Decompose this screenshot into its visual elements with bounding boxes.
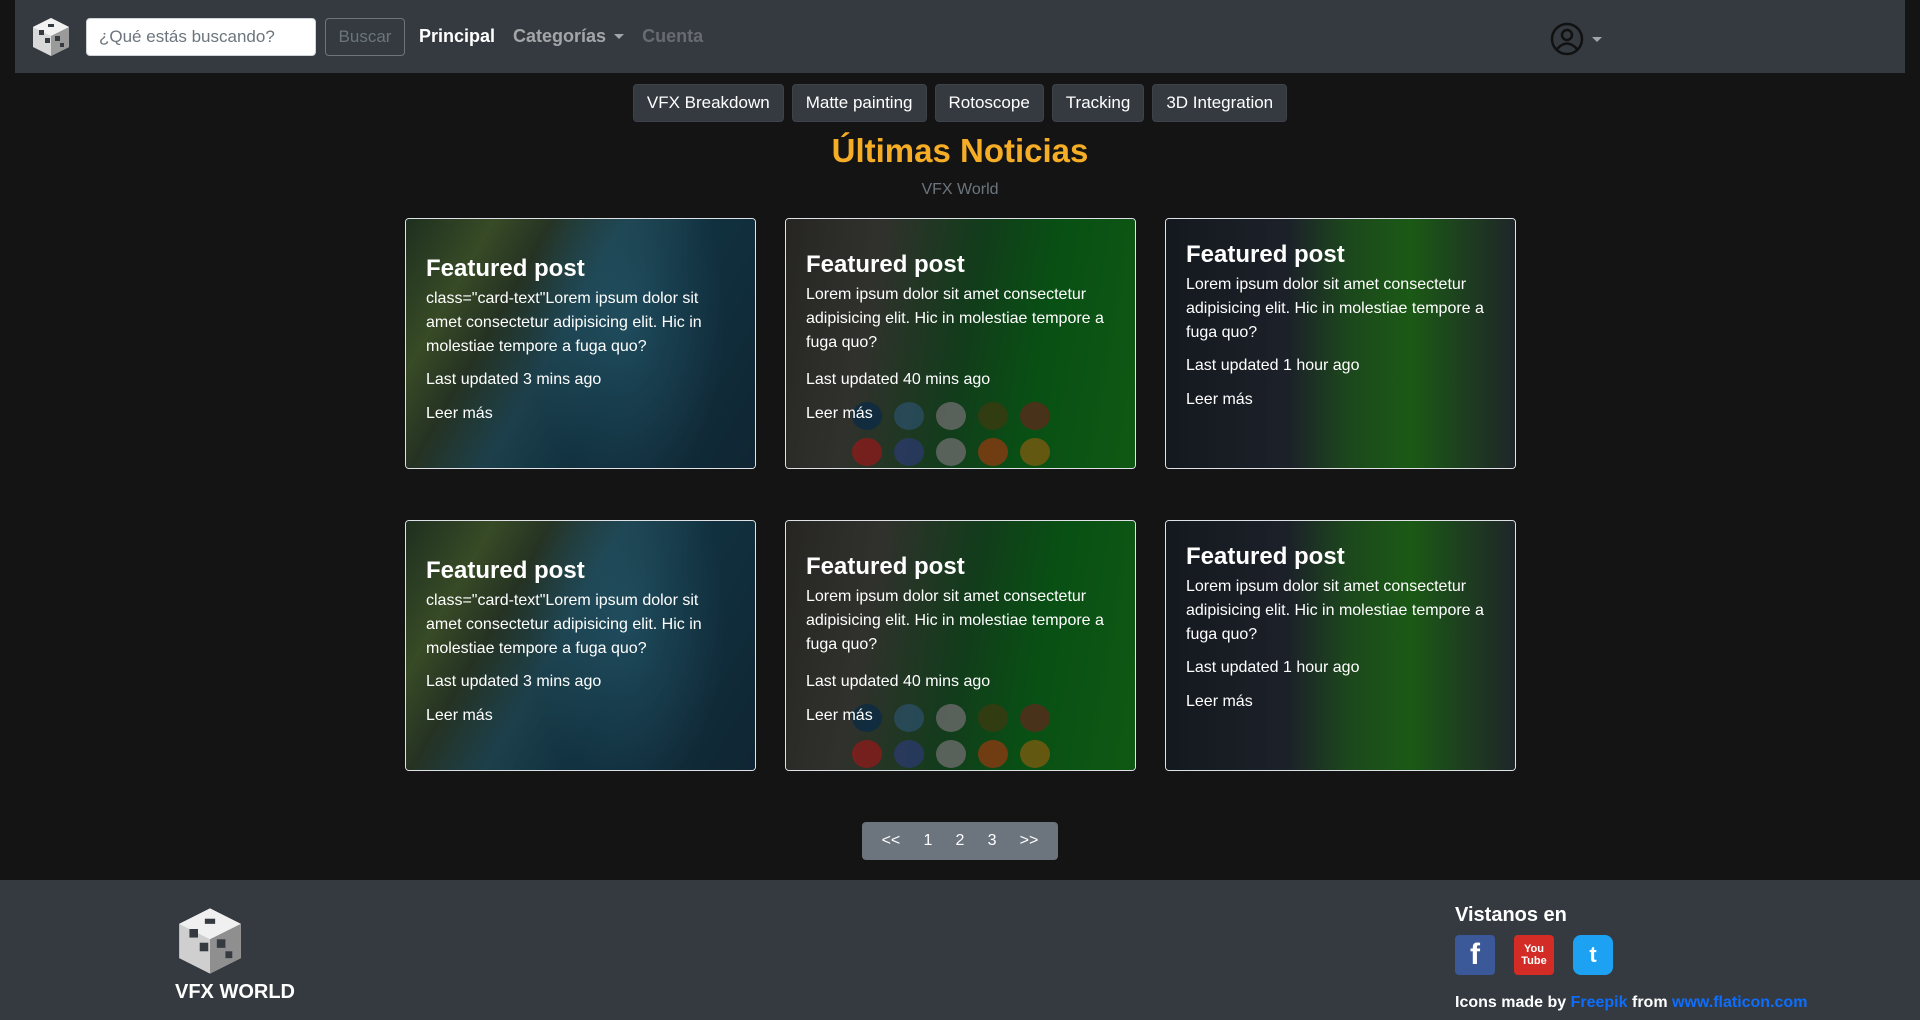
card-timestamp: Last updated 1 hour ago	[1186, 357, 1360, 374]
card-text: class="card-text"Lorem ipsum dolor sit a…	[426, 290, 702, 355]
read-more-link[interactable]: Leer más	[1186, 391, 1497, 409]
nav-dropdown-categorias[interactable]: Categorías	[509, 26, 628, 47]
social-links: f You Tube t	[1455, 935, 1613, 975]
card-text: Lorem ipsum dolor sit amet consectetur a…	[806, 588, 1104, 653]
credits-prefix: Icons made by	[1455, 994, 1567, 1011]
twitter-icon[interactable]: t	[1573, 935, 1613, 975]
card-title: Featured post	[1186, 543, 1345, 570]
card-timestamp: Last updated 3 mins ago	[426, 673, 602, 690]
card-title: Featured post	[806, 251, 965, 278]
news-card[interactable]: Featured post Lorem ipsum dolor sit amet…	[785, 218, 1136, 469]
read-more-link[interactable]: Leer más	[426, 405, 737, 423]
facebook-glyph: f	[1470, 938, 1480, 971]
credits-mid: from	[1631, 994, 1668, 1011]
pagination-next[interactable]: >>	[1020, 832, 1039, 850]
pagination-page-2[interactable]: 2	[956, 832, 965, 850]
card-text: Lorem ipsum dolor sit amet consectetur a…	[1186, 276, 1484, 341]
category-rotoscope[interactable]: Rotoscope	[934, 84, 1044, 122]
chevron-down-icon	[1592, 36, 1602, 42]
nav-link-cuenta: Cuenta	[642, 26, 704, 46]
pagination-page-3[interactable]: 3	[988, 832, 997, 850]
card-timestamp: Last updated 3 mins ago	[426, 371, 602, 388]
read-more-link[interactable]: Leer más	[806, 405, 1117, 423]
facebook-icon[interactable]: f	[1455, 935, 1495, 975]
search-input[interactable]	[86, 17, 316, 56]
news-card[interactable]: Featured post Lorem ipsum dolor sit amet…	[785, 520, 1136, 771]
cinema4d-icon	[894, 740, 924, 768]
youtube-glyph-bottom: Tube	[1521, 955, 1547, 967]
youtube-glyph-top: You	[1524, 943, 1544, 955]
maya-icon	[1020, 438, 1050, 466]
news-card[interactable]: Featured post class="card-text"Lorem ips…	[405, 218, 756, 469]
blender-icon	[978, 740, 1008, 768]
chevron-down-icon	[614, 34, 625, 39]
card-timestamp: Last updated 40 mins ago	[806, 673, 991, 690]
houdini-icon	[936, 740, 966, 768]
card-timestamp: Last updated 1 hour ago	[1186, 659, 1360, 676]
card-title: Featured post	[426, 255, 585, 282]
read-more-link[interactable]: Leer más	[806, 707, 1117, 725]
category-buttons: VFX Breakdown Matte painting Rotoscope T…	[0, 84, 1920, 122]
pagination-prev[interactable]: <<	[882, 832, 901, 850]
read-more-link[interactable]: Leer más	[426, 707, 737, 725]
twitter-glyph: t	[1589, 942, 1597, 967]
news-card[interactable]: Featured post Lorem ipsum dolor sit amet…	[1165, 520, 1516, 771]
user-avatar-icon	[1550, 22, 1584, 56]
card-timestamp: Last updated 40 mins ago	[806, 371, 991, 388]
pagination-page-1[interactable]: 1	[923, 832, 932, 850]
maya-icon	[1020, 740, 1050, 768]
footer: VFX WORLD Vistanos en f You Tube t Icons…	[0, 880, 1920, 1020]
flaticon-link[interactable]: www.flaticon.com	[1672, 994, 1807, 1011]
blender-icon	[978, 438, 1008, 466]
top-navbar: Buscar Principal Categorías Cuenta	[15, 0, 1905, 73]
freepik-link[interactable]: Freepik	[1571, 994, 1628, 1011]
redshift-icon	[852, 740, 882, 768]
search-button[interactable]: Buscar	[325, 17, 405, 56]
nav-dropdown-label: Categorías	[513, 26, 607, 46]
news-card[interactable]: Featured post class="card-text"Lorem ips…	[405, 520, 756, 771]
card-text: class="card-text"Lorem ipsum dolor sit a…	[426, 592, 702, 657]
footer-brand: VFX WORLD	[175, 981, 295, 1003]
redshift-icon	[852, 438, 882, 466]
youtube-icon[interactable]: You Tube	[1514, 935, 1554, 975]
card-title: Featured post	[806, 553, 965, 580]
card-text: Lorem ipsum dolor sit amet consectetur a…	[1186, 578, 1484, 643]
page-title: Últimas Noticias	[831, 132, 1089, 169]
card-text: Lorem ipsum dolor sit amet consectetur a…	[806, 286, 1104, 351]
category-3d-integration[interactable]: 3D Integration	[1152, 84, 1288, 122]
houdini-icon	[936, 438, 966, 466]
user-menu-dropdown[interactable]	[1550, 22, 1602, 56]
category-vfx-breakdown[interactable]: VFX Breakdown	[632, 84, 784, 122]
news-card[interactable]: Featured post Lorem ipsum dolor sit amet…	[1165, 218, 1516, 469]
brand-logo-icon[interactable]	[30, 16, 72, 58]
brand-logo-icon	[179, 908, 241, 974]
pagination: << 1 2 3 >>	[862, 822, 1058, 860]
card-title: Featured post	[426, 557, 585, 584]
category-tracking[interactable]: Tracking	[1051, 84, 1145, 122]
icon-credits: Icons made by Freepik from www.flaticon.…	[1455, 994, 1807, 1012]
social-heading: Vistanos en	[1455, 904, 1567, 926]
page-subtitle: VFX World	[921, 181, 999, 198]
nav-link-principal[interactable]: Principal	[415, 26, 499, 47]
card-title: Featured post	[1186, 241, 1345, 268]
category-matte-painting[interactable]: Matte painting	[791, 84, 927, 122]
read-more-link[interactable]: Leer más	[1186, 693, 1497, 711]
cinema4d-icon	[894, 438, 924, 466]
